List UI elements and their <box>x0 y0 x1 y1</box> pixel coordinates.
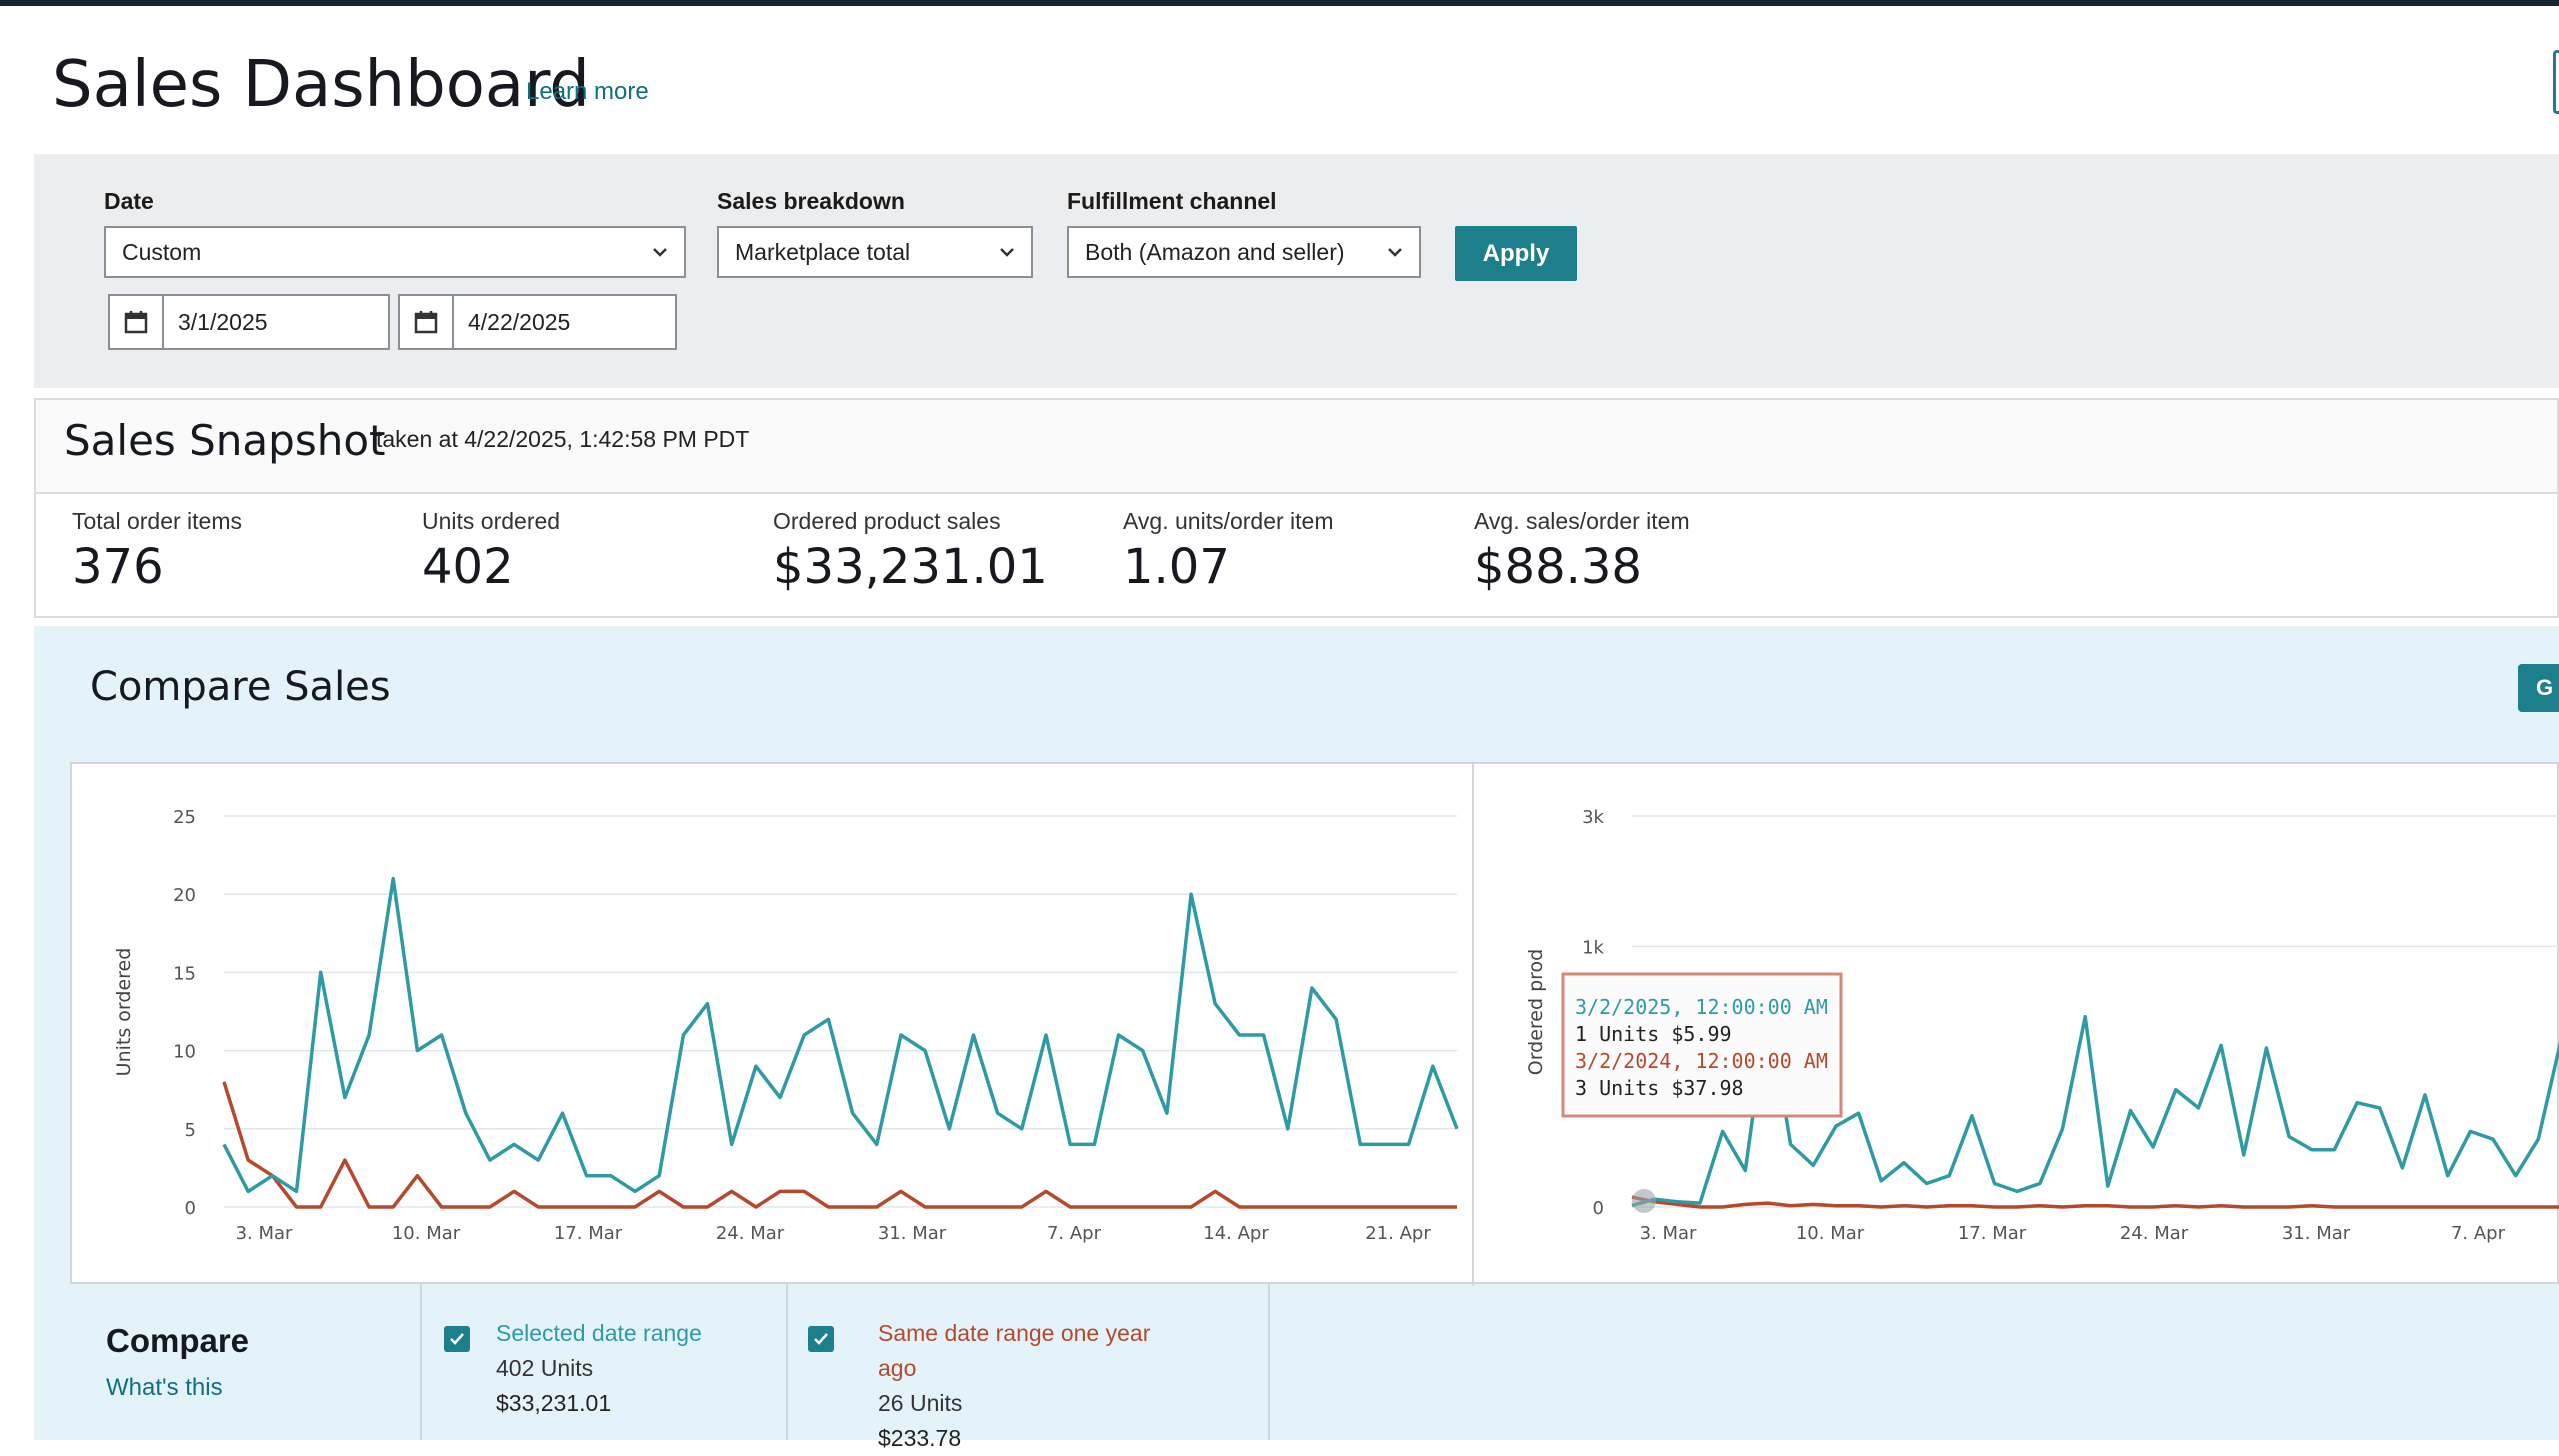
y-tick-label: 0 <box>1593 1198 1604 1219</box>
chart-tooltip: 3/2/2025, 12:00:00 AM 1 Units $5.99 3/2/… <box>1561 972 1843 1118</box>
learn-more-link[interactable]: Learn more <box>526 78 649 106</box>
series-line-prior-year <box>1631 1195 2559 1209</box>
metric-ordered-product-sales: Ordered product sales $33,231.01 <box>773 508 1048 595</box>
y-tick-label: 5 <box>185 1120 196 1141</box>
whats-this-link[interactable]: What's this <box>106 1374 223 1402</box>
checkmark-icon <box>814 1333 828 1345</box>
channel-label: Fulfillment channel <box>1067 188 1277 214</box>
compare-legend: Compare What's this Selected date range … <box>70 1284 2559 1451</box>
date-label: Date <box>104 188 154 214</box>
series-line-selected-range <box>222 876 1459 1194</box>
x-tick-label: 31. Mar <box>2282 1223 2351 1244</box>
metric-units-ordered: Units ordered 402 <box>422 508 560 595</box>
end-date-input[interactable]: 4/22/2025 <box>398 294 677 350</box>
filter-panel: Date Custom 3/1/2025 4/22/2025 Sales bre… <box>34 154 2559 388</box>
x-tick-label: 10. Mar <box>392 1223 461 1244</box>
end-date-value: 4/22/2025 <box>468 308 571 335</box>
y-tick-label: 3k <box>1582 807 1604 828</box>
top-bar <box>0 0 2559 6</box>
selected-range-units: 402 Units <box>496 1355 594 1381</box>
selected-range-checkbox[interactable] <box>444 1326 470 1352</box>
metric-value: $88.38 <box>1474 539 1642 595</box>
metric-value: 402 <box>422 539 514 595</box>
metric-label: Total order items <box>72 508 243 534</box>
metric-value: 376 <box>72 539 164 595</box>
metric-label: Avg. sales/order item <box>1474 508 1690 534</box>
x-tick-label: 17. Mar <box>1958 1223 2027 1244</box>
calendar-icon[interactable] <box>110 296 164 348</box>
y-tick-label: 25 <box>173 807 196 828</box>
charts-container: 0 5 10 15 20 25 3. Mar 10. Mar 17. Mar 24. Mar 31.… <box>70 762 2559 1286</box>
prior-range-units: 26 Units <box>878 1390 963 1416</box>
metric-label: Units ordered <box>422 508 561 534</box>
metric-avg-sales: Avg. sales/order item $88.38 <box>1474 508 1690 595</box>
prior-range-sales: $233.78 <box>878 1425 962 1451</box>
metric-value: 1.07 <box>1123 539 1230 595</box>
chevron-down-icon <box>653 248 667 257</box>
compare-sales-panel: Compare Sales G 0 5 10 15 20 25 3. Mar 10. Mar 1… <box>34 626 2559 1451</box>
tooltip-prior-values: 3 Units $37.98 <box>1575 1076 1744 1100</box>
prior-range-checkbox[interactable] <box>808 1326 834 1352</box>
chevron-down-icon <box>1000 248 1014 257</box>
x-tick-label: 24. Mar <box>2120 1223 2189 1244</box>
units-chart: 0 5 10 15 20 25 3. Mar 10. Mar 17. Mar 24. Mar 31.… <box>113 807 1459 1244</box>
checkmark-icon <box>450 1333 464 1345</box>
y-tick-label: 15 <box>173 963 196 984</box>
prior-range-legend: Same date range one year ago 26 Units $2… <box>786 1284 1270 1451</box>
x-tick-label: 17. Mar <box>554 1223 623 1244</box>
sales-snapshot: Sales Snapshot taken at 4/22/2025, 1:42:… <box>34 398 2559 618</box>
metric-value: $33,231.01 <box>773 539 1048 595</box>
tooltip-current-values: 1 Units $5.99 <box>1575 1022 1732 1046</box>
calendar-icon[interactable] <box>400 296 454 348</box>
apply-button[interactable]: Apply <box>1455 226 1577 281</box>
prior-range-title-line2: ago <box>878 1355 917 1381</box>
x-tick-label: 7. Apr <box>2451 1223 2506 1244</box>
snapshot-title: Sales Snapshot <box>64 416 386 465</box>
top-right-button[interactable] <box>2553 50 2559 114</box>
y-tick-label: 1k <box>1582 937 1604 958</box>
selected-range-sales: $33,231.01 <box>496 1390 612 1416</box>
metric-label: Avg. units/order item <box>1123 508 1334 534</box>
selected-range-legend: Selected date range 402 Units $33,231.01 <box>420 1284 786 1440</box>
snapshot-timestamp: taken at 4/22/2025, 1:42:58 PM PDT <box>376 426 750 452</box>
x-tick-label: 14. Apr <box>1203 1223 1269 1244</box>
metric-total-order-items: Total order items 376 <box>72 508 242 595</box>
x-tick-label: 31. Mar <box>878 1223 947 1244</box>
graph-view-button[interactable]: G <box>2518 664 2559 712</box>
channel-value: Both (Amazon and seller) <box>1085 238 1345 265</box>
hover-point-marker <box>1632 1189 1656 1213</box>
start-date-value: 3/1/2025 <box>178 308 268 335</box>
compare-sales-title: Compare Sales <box>90 664 391 710</box>
y-axis-label: Units ordered <box>113 948 135 1077</box>
compare-charts-svg: 0 5 10 15 20 25 3. Mar 10. Mar 17. Mar 24. Mar 31.… <box>113 764 2559 1286</box>
date-range-value: Custom <box>122 238 202 265</box>
x-tick-label: 3. Mar <box>236 1223 293 1244</box>
page-title: Sales Dashboard <box>52 48 590 122</box>
series-line-prior-year <box>222 1081 1457 1209</box>
breakdown-value: Marketplace total <box>735 238 911 265</box>
compare-label: Compare <box>106 1322 250 1359</box>
start-date-input[interactable]: 3/1/2025 <box>108 294 390 350</box>
tooltip-current-date: 3/2/2025, 12:00:00 AM <box>1575 995 1828 1019</box>
date-range-select[interactable]: Custom <box>104 226 686 278</box>
x-tick-label: 7. Apr <box>1047 1223 1102 1244</box>
x-tick-label: 24. Mar <box>716 1223 785 1244</box>
metric-label: Ordered product sales <box>773 508 1001 534</box>
x-tick-label: 3. Mar <box>1640 1223 1697 1244</box>
y-tick-label: 0 <box>185 1198 196 1219</box>
sales-breakdown-select[interactable]: Marketplace total <box>717 226 1033 278</box>
tooltip-prior-date: 3/2/2024, 12:00:00 AM <box>1575 1049 1828 1073</box>
selected-range-title: Selected date range <box>496 1320 702 1346</box>
y-tick-label: 20 <box>173 885 196 906</box>
breakdown-label: Sales breakdown <box>717 188 905 214</box>
snapshot-header: Sales Snapshot taken at 4/22/2025, 1:42:… <box>36 400 2557 494</box>
fulfillment-channel-select[interactable]: Both (Amazon and seller) <box>1067 226 1421 278</box>
x-tick-label: 21. Apr <box>1365 1223 1431 1244</box>
x-tick-label: 10. Mar <box>1796 1223 1865 1244</box>
y-axis-label: Ordered prod <box>1525 949 1547 1076</box>
chevron-down-icon <box>1388 248 1402 257</box>
y-tick-label: 10 <box>173 1042 196 1063</box>
prior-range-title-line1: Same date range one year <box>878 1320 1151 1346</box>
metric-avg-units: Avg. units/order item 1.07 <box>1123 508 1334 595</box>
